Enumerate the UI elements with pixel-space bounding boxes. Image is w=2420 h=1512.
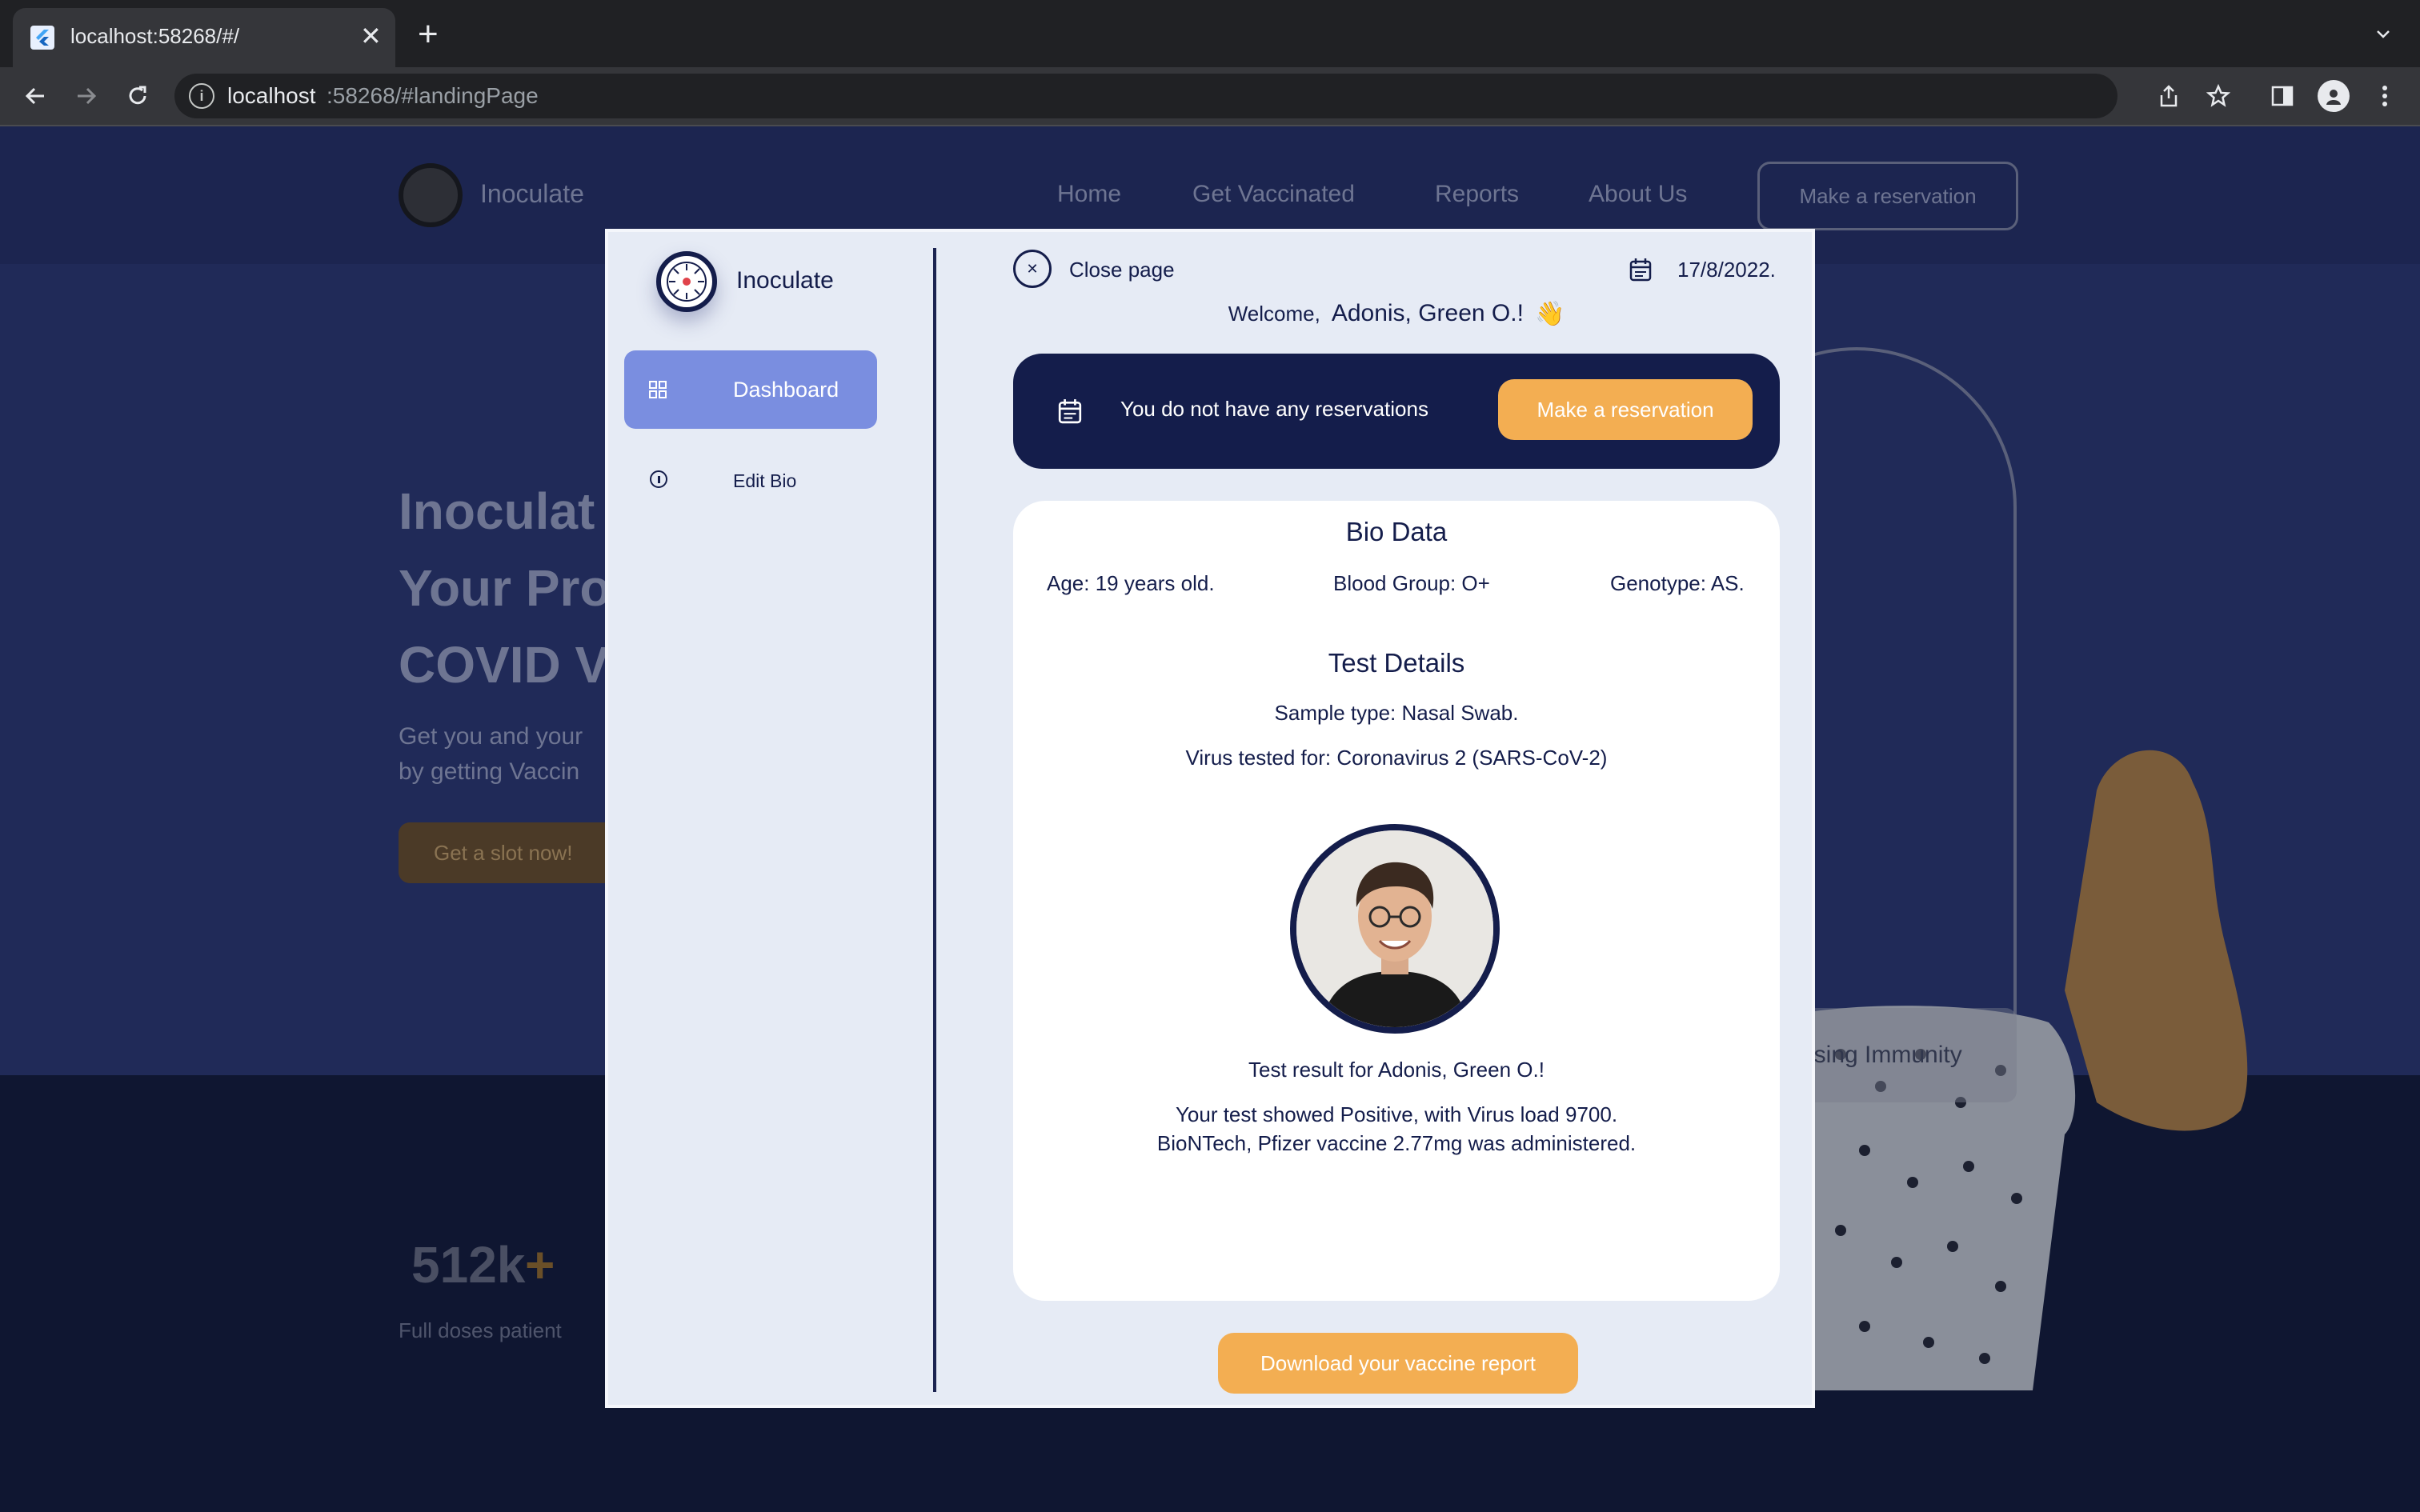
browser-tab[interactable]: localhost:58268/#/ ✕ [13, 8, 395, 67]
sidebar-divider [933, 248, 936, 1392]
test-details-title: Test Details [1328, 648, 1465, 678]
bookmark-star-icon[interactable] [2202, 80, 2234, 112]
flutter-favicon-icon [30, 26, 54, 50]
welcome-name: Adonis, Green O.! [1331, 300, 1524, 326]
banner-calendar-icon [1058, 397, 1085, 426]
sidebar-item-label: Edit Bio [733, 470, 797, 491]
site-info-icon[interactable]: i [189, 83, 214, 109]
modal-brand: Inoculate [736, 267, 834, 294]
patient-avatar [1290, 824, 1500, 1034]
tab-title: localhost:58268/#/ [70, 24, 240, 48]
sidebar-item-dashboard[interactable]: Dashboard [624, 350, 877, 429]
reload-icon[interactable] [118, 80, 157, 112]
bio-age: Age: 19 years old. [1047, 571, 1215, 595]
share-icon[interactable] [2153, 80, 2185, 112]
sidebar-item-edit-bio[interactable]: Edit Bio [624, 450, 877, 514]
back-icon[interactable] [16, 80, 54, 112]
stat-value: 512k [411, 1236, 526, 1294]
url-host: localhost [227, 83, 316, 108]
dashboard-icon [648, 379, 669, 400]
hero-subtitle-line-2: by getting Vaccin [399, 758, 580, 785]
profile-avatar-icon[interactable] [2318, 80, 2350, 112]
bio-blood-group: Blood Group: O+ [1333, 571, 1490, 595]
nav-reports[interactable]: Reports [1435, 181, 1519, 208]
info-icon-bar [657, 475, 660, 483]
site-logo-icon [399, 163, 463, 227]
hero-title-line-2: Your Pro [399, 559, 611, 617]
tab-close-icon[interactable]: ✕ [360, 21, 382, 51]
test-result-line-2: BioNTech, Pfizer vaccine 2.77mg was admi… [1156, 1131, 1637, 1155]
info-icon [650, 470, 667, 488]
browser-menu-icon[interactable] [2370, 80, 2399, 112]
site-brand: Inoculate [480, 179, 584, 208]
wave-emoji-icon: 👋 [1534, 300, 1565, 327]
dashboard-modal: Inoculate Dashboard Edit Bio ✕ Close pag… [605, 229, 1815, 1408]
stat-plus: + [525, 1236, 555, 1294]
hero-title-line-3: COVID V [399, 636, 610, 694]
current-date: 17/8/2022. [1677, 258, 1776, 282]
forward-icon[interactable] [67, 80, 106, 112]
nav-about-us[interactable]: About Us [1589, 181, 1687, 208]
stat-label: Full doses patient [399, 1318, 562, 1342]
welcome-line: Welcome, Adonis, Green O.! 👋 [1013, 290, 1780, 338]
address-bar[interactable]: i localhost :58268/#landingPage [174, 74, 2118, 118]
hero-cta-button[interactable]: Get a slot now! [399, 822, 639, 883]
nav-get-vaccinated[interactable]: Get Vaccinated [1192, 181, 1355, 208]
test-result-line-1: Your test showed Positive, with Virus lo… [1175, 1102, 1618, 1126]
calendar-icon [1629, 256, 1653, 283]
sample-type: Sample type: Nasal Swab. [1274, 701, 1519, 725]
nav-reservation-button[interactable]: Make a reservation [1757, 162, 2018, 230]
close-page-link[interactable]: Close page [1069, 258, 1175, 282]
virus-tested: Virus tested for: Coronavirus 2 (SARS-Co… [1185, 746, 1608, 770]
download-report-button[interactable]: Download your vaccine report [1218, 1333, 1578, 1394]
new-tab-button[interactable]: + [418, 14, 439, 54]
bio-data-title: Bio Data [1345, 517, 1448, 546]
no-reservations-text: You do not have any reservations [1120, 397, 1428, 421]
welcome-prefix: Welcome, [1228, 301, 1320, 326]
hero-title-line-1: Inoculat [399, 482, 595, 540]
side-panel-icon[interactable] [2266, 80, 2298, 112]
modal-logo-icon [656, 251, 717, 312]
nav-home[interactable]: Home [1057, 181, 1121, 208]
bio-test-card: Bio Data Age: 19 years old. Blood Group:… [1013, 501, 1780, 1301]
bio-genotype: Genotype: AS. [1610, 571, 1745, 595]
sidebar-item-label: Dashboard [733, 378, 839, 402]
url-path: :58268/#landingPage [327, 83, 539, 108]
close-icon[interactable]: ✕ [1013, 250, 1052, 288]
tab-search-chevron-icon[interactable] [2367, 18, 2399, 50]
make-reservation-button[interactable]: Make a reservation [1498, 379, 1753, 440]
hero-subtitle-line-1: Get you and your [399, 723, 583, 750]
reservation-banner: You do not have any reservations Make a … [1013, 354, 1780, 469]
test-result-for: Test result for Adonis, Green O.! [1248, 1058, 1545, 1082]
